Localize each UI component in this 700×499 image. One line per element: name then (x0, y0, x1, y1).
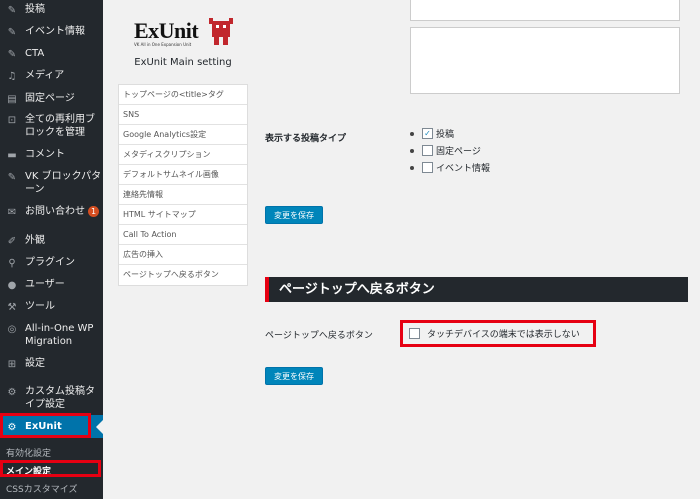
option-label: タッチデバイスの端末では表示しない (427, 330, 580, 340)
gear-icon: ⚙ (7, 386, 17, 398)
sidebar-item-users[interactable]: ● ユーザー (0, 278, 103, 292)
sidebar-item-label: 外観 (25, 235, 45, 246)
nav-item-html-sitemap[interactable]: HTML サイトマップ (119, 205, 247, 225)
checkbox-post[interactable]: ✓ (422, 128, 433, 139)
migration-icon: ◎ (7, 323, 17, 335)
plugin-icon: ⚲ (8, 257, 16, 269)
checkbox-event[interactable] (422, 162, 433, 173)
post-type-option-post[interactable]: ✓ 投稿 (410, 127, 454, 140)
sidebar-item-vk-block-patterns[interactable]: ✎ VK ブロックパターン (0, 170, 103, 196)
mail-icon: ✉ (7, 206, 17, 218)
nav-item-top-title[interactable]: トップページの<title>タグ (119, 85, 247, 105)
sidebar-item-label: カスタム投稿タイプ設定 (25, 386, 95, 410)
sidebar-item-label: CTA (25, 48, 45, 59)
block-icon: ⊡ (7, 114, 17, 126)
post-type-option-event[interactable]: イベント情報 (410, 161, 490, 174)
nav-item-contact-info[interactable]: 連絡先情報 (119, 185, 247, 205)
page-top-touch-option[interactable]: タッチデバイスの端末では表示しない (400, 320, 596, 347)
sidebar-item-contact[interactable]: ✉ お問い合わせ 1 (0, 205, 103, 219)
nav-item-sns[interactable]: SNS (119, 105, 247, 125)
pushpin-icon: ✎ (7, 26, 17, 38)
contact-label: お問い合わせ (25, 206, 85, 217)
current-menu-arrow (96, 420, 103, 434)
post-type-option-page[interactable]: 固定ページ (410, 144, 481, 157)
highlight-main-setting (0, 460, 101, 477)
sidebar-item-appearance[interactable]: ✐ 外観 (0, 234, 103, 248)
submenu-activation[interactable]: 有効化設定 (6, 446, 109, 459)
save-button-page-top[interactable]: 変更を保存 (265, 367, 323, 385)
sidebar-item-settings[interactable]: ⊞ 設定 (0, 357, 103, 371)
sidebar-item-label: メディア (25, 70, 65, 81)
section-header-page-top: ページトップへ戻るボタン (265, 277, 688, 302)
sidebar-item-label: プラグイン (25, 257, 75, 268)
sidebar-item-pages[interactable]: ▤ 固定ページ (0, 92, 103, 106)
nav-item-default-thumbnail[interactable]: デフォルトサムネイル画像 (119, 165, 247, 185)
sidebar-item-events[interactable]: ✎ イベント情報 (0, 25, 103, 39)
textarea-top[interactable] (410, 0, 680, 21)
nav-item-ad-insert[interactable]: 広告の挿入 (119, 245, 247, 265)
nav-item-call-to-action[interactable]: Call To Action (119, 225, 247, 245)
sidebar-item-tools[interactable]: ⚒ ツール (0, 300, 103, 314)
sidebar-item-label: コメント (25, 149, 65, 160)
sidebar-item-label: 設定 (25, 358, 45, 369)
submenu-css-customize[interactable]: CSSカスタマイズ (6, 482, 109, 495)
textarea-second[interactable] (410, 27, 680, 94)
sidebar-item-posts[interactable]: ✎ 投稿 (0, 3, 103, 17)
highlight-exunit (0, 413, 91, 438)
sidebar-item-label: 全ての再利用ブロックを管理 (25, 114, 95, 138)
option-label: 投稿 (436, 130, 455, 140)
bullet (410, 148, 414, 153)
user-icon: ● (7, 279, 17, 291)
checkbox-page[interactable] (422, 145, 433, 156)
comment-icon: ▬ (7, 149, 17, 161)
checkbox-touch-hide[interactable] (409, 328, 420, 339)
nav-item-google-analytics[interactable]: Google Analytics設定 (119, 125, 247, 145)
sidebar-item-comments[interactable]: ▬ コメント (0, 148, 103, 162)
page-top-label: ページトップへ戻るボタン (265, 331, 373, 341)
sidebar-item-label: イベント情報 (25, 26, 85, 37)
sidebar-item-label: ユーザー (25, 279, 65, 290)
save-button[interactable]: 変更を保存 (265, 206, 323, 224)
pushpin-icon: ✎ (7, 48, 17, 60)
sidebar-item-cta[interactable]: ✎ CTA (0, 47, 103, 61)
settings-nav-list: トップページの<title>タグ SNS Google Analytics設定 … (118, 84, 248, 286)
media-icon: ♫ (7, 70, 17, 82)
sidebar-item-label: お問い合わせ 1 (25, 205, 103, 218)
post-types-label: 表示する投稿タイプ (265, 134, 347, 144)
wrench-icon: ⚒ (7, 301, 17, 313)
sidebar-item-label: 固定ページ (25, 93, 75, 104)
sidebar-item-label: 投稿 (25, 4, 45, 15)
bullet (410, 165, 414, 170)
exunit-logo-text: ExUnit (134, 18, 199, 43)
sidebar-item-label: All-in-One WP Migration (25, 323, 94, 347)
nav-item-page-top-button[interactable]: ページトップへ戻るボタン (119, 265, 247, 285)
page-icon: ▤ (7, 93, 17, 105)
sidebar-item-media[interactable]: ♫ メディア (0, 69, 103, 83)
sidebar-item-label: ツール (25, 301, 55, 312)
robot-logo-icon (209, 18, 233, 45)
sidebar-item-reusable-blocks[interactable]: ⊡ 全ての再利用ブロックを管理 (0, 113, 103, 139)
main-setting-title: ExUnit Main setting (134, 57, 232, 68)
brush-icon: ✐ (7, 235, 17, 247)
nav-item-meta-description[interactable]: メタディスクリプション (119, 145, 247, 165)
bullet (410, 131, 414, 136)
sidebar-item-custom-post-types[interactable]: ⚙ カスタム投稿タイプ設定 (0, 385, 103, 411)
sidebar-item-label: VK ブロックパターン (25, 171, 102, 195)
exunit-logo-subtitle: VK All in One Expansion Unit (134, 42, 192, 47)
sidebar-item-plugins[interactable]: ⚲ プラグイン (0, 256, 103, 270)
notification-badge: 1 (88, 206, 99, 217)
option-label: 固定ページ (436, 147, 481, 157)
sidebar-item-migration[interactable]: ◎ All-in-One WP Migration (0, 322, 103, 348)
option-label: イベント情報 (436, 164, 491, 174)
settings-icon: ⊞ (7, 358, 17, 370)
pushpin-icon: ✎ (7, 171, 17, 183)
pushpin-icon: ✎ (7, 4, 17, 16)
